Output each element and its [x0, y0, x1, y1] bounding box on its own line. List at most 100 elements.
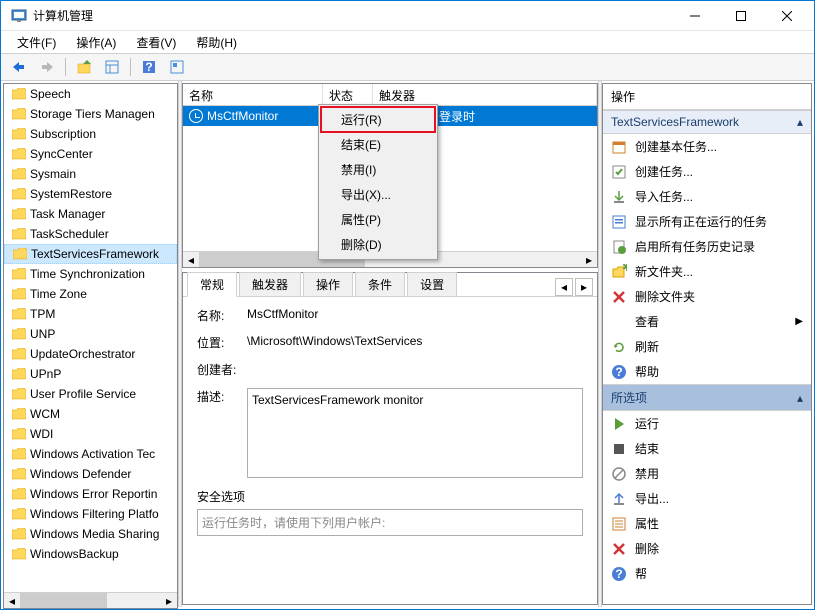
action-item[interactable]: 属性	[603, 511, 811, 536]
up-button[interactable]	[72, 56, 96, 78]
tree-item-label: TextServicesFramework	[31, 247, 159, 261]
tree-item[interactable]: TaskScheduler	[4, 224, 177, 244]
action-item[interactable]: ✱新文件夹...	[603, 259, 811, 284]
actions-band-context[interactable]: TextServicesFramework▴	[603, 110, 811, 134]
tree-item-label: Windows Error Reportin	[30, 487, 157, 501]
tree-item[interactable]: WDI	[4, 424, 177, 444]
refresh-icon	[611, 339, 627, 355]
action-item[interactable]: 显示所有正在运行的任务	[603, 209, 811, 234]
menu-help[interactable]: 帮助(H)	[188, 32, 245, 53]
tree-item[interactable]: User Profile Service	[4, 384, 177, 404]
tree-item-label: WCM	[30, 407, 60, 421]
tree-item-label: TaskScheduler	[30, 227, 109, 241]
tree-panel: SpeechStorage Tiers ManagenSubscriptionS…	[3, 83, 178, 609]
action-item[interactable]: ?帮	[603, 561, 811, 586]
svg-text:?: ?	[145, 60, 152, 74]
tree-item[interactable]: SystemRestore	[4, 184, 177, 204]
tab-general[interactable]: 常规	[187, 272, 237, 297]
tab-nav-right[interactable]: ▸	[575, 278, 593, 296]
tree-item-label: UPnP	[30, 367, 61, 381]
col-status[interactable]: 状态	[323, 84, 373, 105]
action-item[interactable]: 创建基本任务...	[603, 134, 811, 159]
tree-item[interactable]: Time Zone	[4, 284, 177, 304]
tree-item[interactable]: Sysmain	[4, 164, 177, 184]
action-item[interactable]: 创建任务...	[603, 159, 811, 184]
view-button[interactable]	[100, 56, 124, 78]
svg-text:✱: ✱	[622, 264, 627, 274]
context-menu-item[interactable]: 结束(E)	[321, 132, 435, 157]
tree-item[interactable]: Speech	[4, 84, 177, 104]
tree-item[interactable]: UPnP	[4, 364, 177, 384]
menu-file[interactable]: 文件(F)	[9, 32, 64, 53]
action-item[interactable]: 导出...	[603, 486, 811, 511]
disable-icon	[611, 466, 627, 482]
svg-text:?: ?	[615, 567, 622, 581]
tab-triggers[interactable]: 触发器	[239, 272, 301, 296]
col-name[interactable]: 名称	[183, 84, 323, 105]
action-item[interactable]: 刷新	[603, 334, 811, 359]
tree-item[interactable]: Subscription	[4, 124, 177, 144]
action-item[interactable]: 禁用	[603, 461, 811, 486]
tab-actions[interactable]: 操作	[303, 272, 353, 296]
action-item[interactable]: 运行	[603, 411, 811, 436]
action-label: 查看	[635, 313, 659, 330]
tree-item-label: UNP	[30, 327, 55, 341]
history-icon	[611, 239, 627, 255]
context-menu: 运行(R)结束(E)禁用(I)导出(X)...属性(P)删除(D)	[318, 104, 438, 260]
tab-settings[interactable]: 设置	[407, 272, 457, 296]
context-menu-item[interactable]: 删除(D)	[321, 232, 435, 257]
value-location: \Microsoft\Windows\TextServices	[247, 334, 583, 348]
minimize-button[interactable]	[672, 1, 718, 31]
tree-item[interactable]: Windows Filtering Platfo	[4, 504, 177, 524]
help-button[interactable]: ?	[137, 56, 161, 78]
tree-item[interactable]: TextServicesFramework	[4, 244, 177, 264]
tab-nav-left[interactable]: ◂	[555, 278, 573, 296]
tree-hscroll[interactable]: ◂▸	[4, 592, 177, 608]
tab-conditions[interactable]: 条件	[355, 272, 405, 296]
action-label: 结束	[635, 440, 659, 457]
context-menu-item[interactable]: 禁用(I)	[321, 157, 435, 182]
actions-band-selected[interactable]: 所选项▴	[603, 384, 811, 411]
tree-item-label: WDI	[30, 427, 53, 441]
main-area: SpeechStorage Tiers ManagenSubscriptionS…	[1, 81, 814, 607]
close-button[interactable]	[764, 1, 810, 31]
tree-item[interactable]: Windows Media Sharing	[4, 524, 177, 544]
maximize-button[interactable]	[718, 1, 764, 31]
action-item[interactable]: 导入任务...	[603, 184, 811, 209]
action-item[interactable]: 查看▶	[603, 309, 811, 334]
value-description[interactable]: TextServicesFramework monitor	[247, 388, 583, 478]
tree-item[interactable]: WindowsBackup	[4, 544, 177, 564]
menu-view[interactable]: 查看(V)	[128, 32, 184, 53]
action-item[interactable]: 删除	[603, 536, 811, 561]
tree-item[interactable]: TPM	[4, 304, 177, 324]
tree-item[interactable]: Windows Defender	[4, 464, 177, 484]
tree-item[interactable]: Windows Activation Tec	[4, 444, 177, 464]
tree-item[interactable]: WCM	[4, 404, 177, 424]
properties-button[interactable]	[165, 56, 189, 78]
tree-item[interactable]: Time Synchronization	[4, 264, 177, 284]
action-item[interactable]: 结束	[603, 436, 811, 461]
tree-item[interactable]: SyncCenter	[4, 144, 177, 164]
calendar-icon	[611, 139, 627, 155]
col-trigger[interactable]: 触发器	[373, 84, 597, 105]
action-item[interactable]: 启用所有任务历史记录	[603, 234, 811, 259]
action-label: 创建任务...	[635, 163, 693, 180]
context-menu-item[interactable]: 运行(R)	[321, 107, 435, 132]
tree-item[interactable]: Task Manager	[4, 204, 177, 224]
back-button[interactable]	[7, 56, 31, 78]
tree-item[interactable]: Windows Error Reportin	[4, 484, 177, 504]
action-item[interactable]: 删除文件夹	[603, 284, 811, 309]
forward-button[interactable]	[35, 56, 59, 78]
action-label: 禁用	[635, 465, 659, 482]
action-item[interactable]: ?帮助	[603, 359, 811, 384]
running-icon	[611, 214, 627, 230]
context-menu-item[interactable]: 导出(X)...	[321, 182, 435, 207]
tree-item[interactable]: UNP	[4, 324, 177, 344]
newfolder-icon: ✱	[611, 264, 627, 280]
tree-item[interactable]: Storage Tiers Managen	[4, 104, 177, 124]
menu-action[interactable]: 操作(A)	[68, 32, 124, 53]
tree-item[interactable]: UpdateOrchestrator	[4, 344, 177, 364]
tree-item-label: Task Manager	[30, 207, 105, 221]
help-icon: ?	[611, 566, 627, 582]
context-menu-item[interactable]: 属性(P)	[321, 207, 435, 232]
